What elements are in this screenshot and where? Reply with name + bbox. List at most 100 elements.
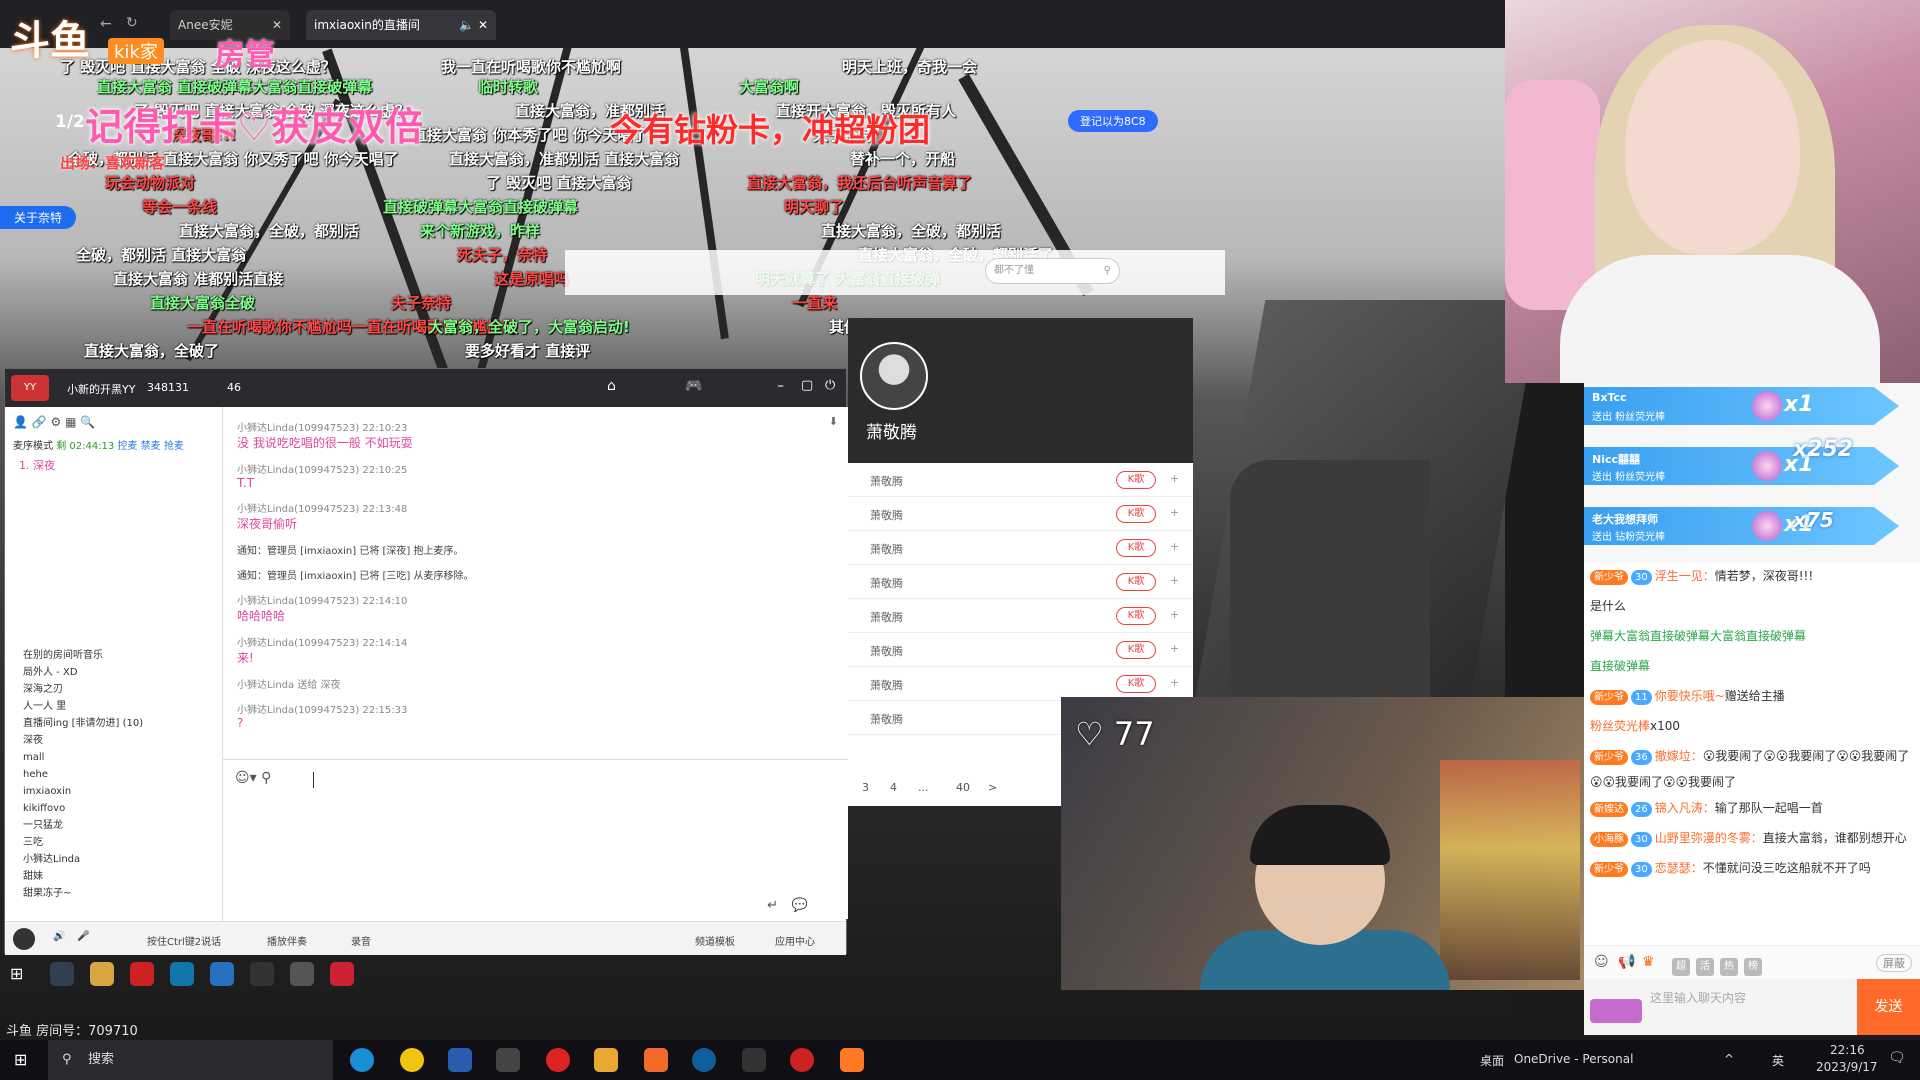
emoji-icon[interactable]: ☺▾ ⚲: [235, 770, 271, 786]
desktop-label[interactable]: 桌面: [1480, 1052, 1504, 1069]
app-icon[interactable]: [290, 962, 314, 986]
add-icon[interactable]: +: [1170, 608, 1179, 621]
user-avatar[interactable]: [13, 928, 35, 950]
edge-icon[interactable]: [350, 1048, 374, 1072]
channel-template-button[interactable]: 频道模板: [695, 933, 735, 948]
netease-icon[interactable]: [546, 1048, 570, 1072]
yy-ctrl-c[interactable]: 抢麦: [164, 441, 184, 452]
chat-nickname[interactable]: 粉丝荧光棒: [1590, 719, 1650, 733]
speaker-icon[interactable]: 📢: [1618, 954, 1635, 970]
windows-icon[interactable]: ⊞: [10, 964, 23, 983]
yy-user-item[interactable]: 甜果冻子~: [23, 885, 213, 902]
chat-nickname[interactable]: 你要快乐哦~: [1655, 689, 1725, 703]
douyu-icon[interactable]: [840, 1048, 864, 1072]
karaoke-button[interactable]: K歌: [1116, 675, 1156, 693]
karaoke-button[interactable]: K歌: [1116, 573, 1156, 591]
yy-user-item[interactable]: 直播间ing [非请勿进] (10): [23, 715, 213, 732]
app-icon[interactable]: [692, 1048, 716, 1072]
yy-ctrl-b[interactable]: 禁麦: [141, 441, 161, 452]
app-icon[interactable]: [790, 1048, 814, 1072]
enter-icon[interactable]: ↵: [767, 898, 778, 913]
yy-home-icon[interactable]: ⌂: [607, 378, 616, 394]
chat-filter-button[interactable]: 榜: [1744, 958, 1762, 976]
start-icon[interactable]: ⊞: [14, 1050, 27, 1069]
pager-item[interactable]: ...: [918, 781, 929, 794]
chat-input[interactable]: 这里输入聊天内容: [1584, 979, 1857, 1035]
maximize-icon[interactable]: ▢: [801, 378, 813, 393]
chevron-icon[interactable]: ^: [1724, 1052, 1734, 1066]
song-row[interactable]: 萧敬腾 K歌 +: [848, 633, 1193, 667]
song-row[interactable]: 萧敬腾 K歌 +: [848, 667, 1193, 701]
yy-toolbar-icons[interactable]: 👤 🔗 ⚙ ▦ 🔍: [13, 415, 95, 429]
power-icon[interactable]: ⏻: [825, 378, 835, 393]
yy-ctrl-a[interactable]: 控麦: [117, 441, 137, 452]
chat-nickname[interactable]: 锦入凡涛：: [1655, 801, 1715, 815]
notification-icon[interactable]: 🗨: [1888, 1050, 1906, 1066]
app-icon[interactable]: [400, 1048, 424, 1072]
speech-icon[interactable]: 💬: [792, 898, 808, 913]
side-tag[interactable]: 关于奈特: [0, 206, 77, 229]
ptt-checkbox[interactable]: 按住Ctrl键2说话: [147, 933, 221, 948]
yy-first-user[interactable]: 1. 深夜: [19, 457, 55, 473]
steam-icon[interactable]: [210, 962, 234, 986]
pager-item[interactable]: 40: [956, 781, 970, 794]
search-icon[interactable]: ⚲: [1104, 259, 1111, 283]
song-row[interactable]: 萧敬腾 K歌 +: [848, 463, 1193, 497]
karaoke-button[interactable]: K歌: [1116, 539, 1156, 557]
yy-user-item[interactable]: kikiffovo: [23, 800, 213, 817]
yy-user-item[interactable]: mall: [23, 749, 213, 766]
yy-user-item[interactable]: 人一人 里: [23, 698, 213, 715]
close-icon[interactable]: 🔈 ✕: [459, 10, 488, 40]
pager-item[interactable]: 3: [862, 781, 869, 794]
yy-user-item[interactable]: 深夜: [23, 732, 213, 749]
chat-nickname[interactable]: 山野里弥漫的冬雾：: [1655, 831, 1763, 845]
scroll-down-icon[interactable]: ⬇: [829, 415, 838, 428]
chat-nickname[interactable]: 撤嫁垃：: [1655, 749, 1703, 763]
chat-nickname[interactable]: 恋瑟瑟：: [1655, 861, 1703, 875]
app-icon[interactable]: [170, 962, 194, 986]
clock-time[interactable]: 22:16: [1830, 1043, 1865, 1057]
karaoke-button[interactable]: K歌: [1116, 641, 1156, 659]
guard-chip[interactable]: 登记以为8C8: [1068, 110, 1158, 132]
yy-game-icon[interactable]: 🎮: [685, 378, 702, 394]
add-icon[interactable]: +: [1170, 574, 1179, 587]
yy-mode-label[interactable]: 麦序模式: [13, 441, 53, 452]
chat-nickname[interactable]: 浮生一见：: [1655, 569, 1715, 583]
karaoke-button[interactable]: K歌: [1116, 505, 1156, 523]
chat-filter-button[interactable]: 超: [1672, 958, 1690, 976]
yy-user-item[interactable]: imxiaoxin: [23, 783, 213, 800]
yy-user-item[interactable]: 三吃: [23, 834, 213, 851]
chat-filter-button[interactable]: 活: [1696, 958, 1714, 976]
karaoke-button[interactable]: K歌: [1116, 471, 1156, 489]
yy-user-item[interactable]: 深海之刃: [23, 681, 213, 698]
app-icon[interactable]: [90, 962, 114, 986]
add-icon[interactable]: +: [1170, 676, 1179, 689]
song-row[interactable]: 萧敬腾 K歌 +: [848, 565, 1193, 599]
app-icon[interactable]: [130, 962, 154, 986]
minimize-icon[interactable]: –: [777, 378, 784, 394]
add-icon[interactable]: +: [1170, 540, 1179, 553]
clock-date[interactable]: 2023/9/17: [1816, 1060, 1878, 1074]
app-icon[interactable]: [330, 962, 354, 986]
tab-imxiaoxin[interactable]: imxiaoxin的直播间 🔈 ✕: [306, 10, 496, 40]
send-button[interactable]: 发送: [1857, 979, 1920, 1035]
app-icon[interactable]: [644, 1048, 668, 1072]
yy-user-item[interactable]: 小狮达Linda: [23, 851, 213, 868]
yy-user-item[interactable]: 在别的房间听音乐: [23, 647, 213, 664]
bgm-button[interactable]: 播放伴奏: [267, 933, 307, 948]
ime-indicator[interactable]: 英: [1772, 1052, 1784, 1069]
chat-filter-button[interactable]: 热: [1720, 958, 1738, 976]
shield-toggle[interactable]: 屏蔽: [1876, 954, 1912, 972]
app-icon[interactable]: [742, 1048, 766, 1072]
yy-user-item[interactable]: 一只猛龙: [23, 817, 213, 834]
karaoke-button[interactable]: K歌: [1116, 607, 1156, 625]
speaker-icon[interactable]: 🔊: [53, 931, 65, 942]
crown-icon[interactable]: ♛: [1642, 954, 1655, 970]
taskbar-search[interactable]: ⚲ 搜索: [48, 1040, 333, 1080]
add-icon[interactable]: +: [1170, 506, 1179, 519]
song-row[interactable]: 萧敬腾 K歌 +: [848, 497, 1193, 531]
yy-message-input[interactable]: ☺▾ ⚲ ↵ 💬: [223, 759, 848, 919]
onedrive-label[interactable]: OneDrive - Personal: [1514, 1052, 1633, 1066]
yy-user-item[interactable]: 甜妹: [23, 868, 213, 885]
steam-icon[interactable]: [448, 1048, 472, 1072]
